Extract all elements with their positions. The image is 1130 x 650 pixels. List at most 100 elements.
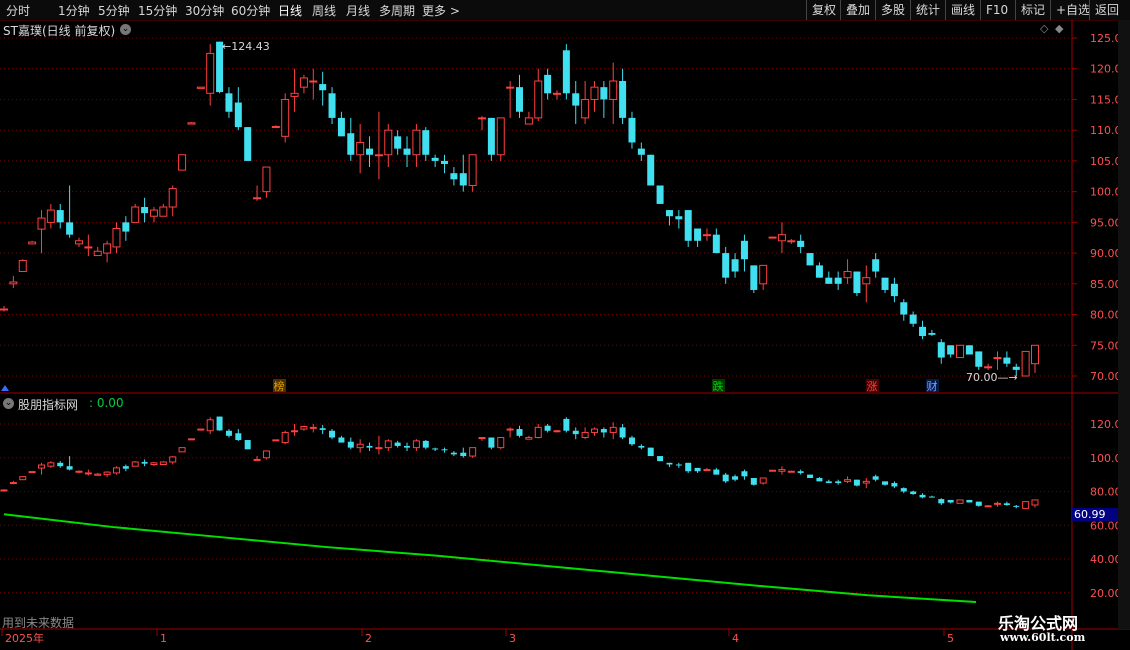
candle-body-up bbox=[590, 86, 599, 100]
candle-body-down bbox=[1003, 357, 1011, 364]
indicator-body-up bbox=[47, 462, 55, 467]
candle-body-up bbox=[768, 236, 777, 239]
candle-body-up bbox=[993, 357, 1002, 360]
candle-body-up bbox=[178, 154, 187, 171]
indicator-body-up bbox=[703, 469, 711, 472]
indicator-body-up bbox=[169, 456, 177, 463]
watermark-url: www.60lt.com bbox=[1000, 631, 1086, 644]
candle-body-down bbox=[403, 148, 411, 155]
candle-body-up bbox=[168, 188, 177, 208]
indicator-body-down bbox=[910, 491, 917, 495]
chevron-down-icon[interactable]: ⌄ bbox=[120, 24, 131, 35]
candle-body-down bbox=[122, 222, 130, 232]
candle-body-down bbox=[319, 84, 327, 91]
indicator-body-down bbox=[441, 449, 448, 451]
indicator-body-up bbox=[253, 458, 261, 461]
indicator-body-up bbox=[309, 426, 317, 429]
candle-body-up bbox=[759, 264, 768, 285]
indicator-body-up bbox=[506, 428, 514, 431]
candle-body-up bbox=[290, 92, 299, 97]
indicator-body-down bbox=[825, 481, 832, 484]
indicator-body-down bbox=[628, 437, 635, 445]
indicator-body-up bbox=[103, 471, 111, 476]
indicator-body-down bbox=[216, 416, 223, 431]
indicator-body-down bbox=[141, 461, 148, 464]
candle-body-down bbox=[872, 259, 880, 272]
indicator-body-down bbox=[319, 428, 326, 430]
low-price-label: 70.00—→ bbox=[966, 371, 1018, 384]
indicator-body-down bbox=[732, 476, 739, 480]
candle-body-down bbox=[722, 253, 730, 278]
candle-body-up bbox=[149, 209, 158, 217]
future-data-warning: 用到未来数据 bbox=[2, 616, 75, 630]
indicator-body-down bbox=[685, 462, 692, 472]
candle-body-up bbox=[131, 206, 140, 223]
indicator-body-down bbox=[1013, 505, 1020, 507]
diamond-icon[interactable]: ◇ bbox=[1040, 22, 1048, 35]
candle-body-down bbox=[619, 81, 627, 118]
candle-body-down bbox=[394, 136, 402, 149]
candle-body-up bbox=[103, 243, 112, 254]
candle-body-down bbox=[647, 154, 655, 186]
indicator-body-up bbox=[956, 499, 964, 504]
indicator-body-up bbox=[300, 426, 308, 430]
candle-body-down bbox=[740, 240, 748, 260]
y-tick-label: 80.00 bbox=[1090, 486, 1122, 499]
indicator-body-up bbox=[984, 505, 992, 508]
candle-body-up bbox=[18, 259, 27, 273]
indicator-body-down bbox=[244, 440, 251, 450]
y-tick-label: 60.00 bbox=[1090, 519, 1122, 532]
indicator-body-down bbox=[225, 430, 232, 436]
candle-body-down bbox=[900, 302, 908, 315]
indicator-body-up bbox=[862, 480, 870, 484]
indicator-body-up bbox=[787, 470, 795, 473]
indicator-body-down bbox=[722, 474, 729, 482]
chevron-down-icon[interactable]: ⌄ bbox=[3, 398, 14, 409]
indicator-body-down bbox=[422, 440, 429, 448]
candle-body-down bbox=[328, 93, 336, 118]
candle-body-down bbox=[244, 127, 252, 161]
candle-body-up bbox=[609, 80, 618, 100]
candle-body-down bbox=[694, 228, 702, 241]
candle-body-up bbox=[93, 250, 102, 257]
indicator-body-down bbox=[488, 437, 495, 448]
indicator-body-up bbox=[84, 472, 92, 475]
indicator-body-down bbox=[516, 429, 523, 436]
indicator-body-down bbox=[394, 442, 401, 446]
candle-body-down bbox=[141, 207, 149, 214]
indicator-body-up bbox=[356, 443, 364, 449]
candle-body-up bbox=[777, 234, 786, 242]
candle-body-down bbox=[337, 117, 345, 137]
settings-icon[interactable]: ◆ bbox=[1055, 22, 1063, 35]
candle-body-down bbox=[834, 277, 842, 284]
indicator-body-up bbox=[534, 426, 542, 438]
candle-body-down bbox=[628, 117, 636, 143]
high-price-label: ←124.43 bbox=[222, 40, 270, 53]
candle-body-down bbox=[731, 259, 739, 272]
candle-body-down bbox=[637, 148, 645, 155]
indicator-body-up bbox=[769, 469, 777, 472]
indicator-body-down bbox=[347, 441, 354, 448]
y-tick-label: 40.00 bbox=[1090, 553, 1122, 566]
candle-body-up bbox=[159, 206, 168, 217]
indicator-line bbox=[3, 513, 977, 604]
kline-chart[interactable]: 125.00120.00115.00110.00105.00100.0095.0… bbox=[0, 0, 1130, 650]
candle-body-down bbox=[487, 117, 495, 155]
indicator-body-down bbox=[938, 499, 945, 504]
indicator-body-up bbox=[37, 464, 45, 469]
candle-body-down bbox=[544, 74, 552, 94]
indicator-body-up bbox=[590, 428, 598, 433]
x-axis-label: 1 bbox=[160, 632, 167, 645]
indicator-body-down bbox=[235, 433, 242, 441]
indicator-body-down bbox=[647, 447, 654, 457]
candle-body-down bbox=[750, 265, 758, 290]
indicator-body-up bbox=[553, 430, 561, 433]
candle-body-down bbox=[815, 265, 823, 278]
candle-body-up bbox=[843, 271, 852, 279]
x-axis-label: 4 bbox=[732, 632, 739, 645]
indicator-body-up bbox=[75, 470, 83, 473]
candle-body-down bbox=[441, 160, 449, 164]
candle-body-down bbox=[347, 133, 355, 155]
indicator-body-down bbox=[797, 471, 804, 473]
candle-body-up bbox=[862, 277, 871, 285]
